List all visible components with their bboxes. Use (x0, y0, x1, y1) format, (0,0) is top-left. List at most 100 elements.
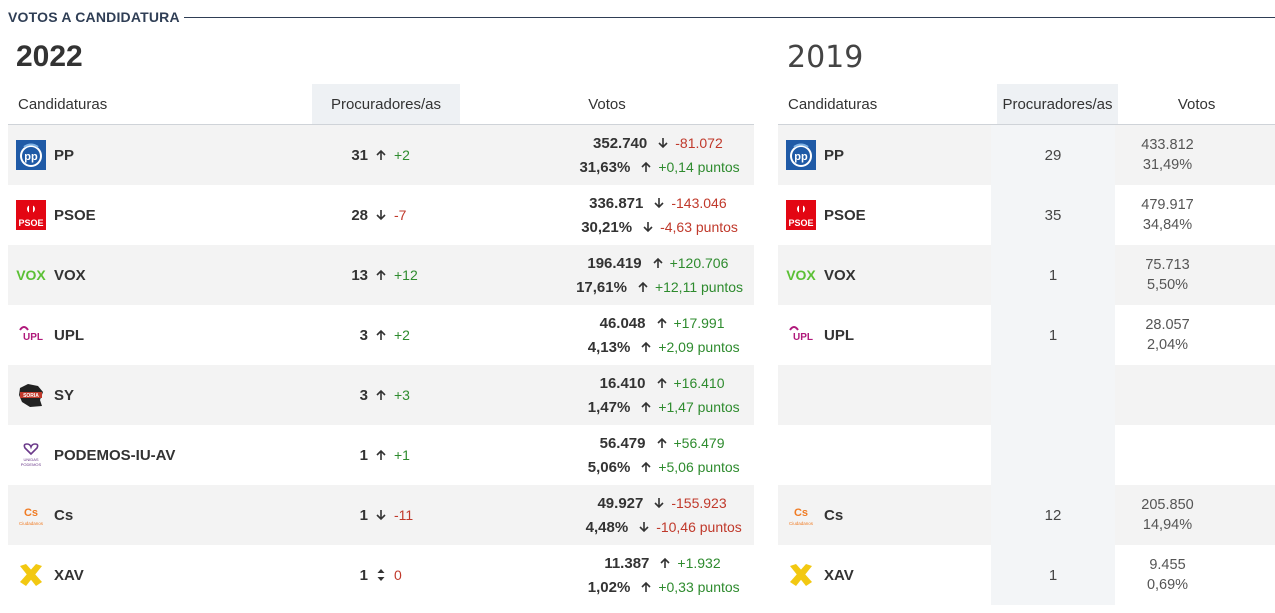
votes-value: 56.479 (599, 434, 646, 452)
percent-line: 17,61% +12,11 puntos (467, 275, 743, 299)
table-row: PSOE PSOE 35 479.917 34,84% (778, 185, 1275, 245)
percent-value: 0,69% (1146, 577, 1189, 593)
results-table-2022: Candidaturas Procuradores/as Votos pp PP 3… (8, 84, 754, 605)
percent-line: 31,63% +0,14 puntos (470, 155, 739, 179)
votes-line: 336.871 -143.046 (483, 191, 727, 215)
percent-delta: +2,09 puntos (658, 339, 740, 355)
vox-logo: VOX (16, 260, 46, 290)
votes-cell: 16.410 +16.410 1,47% +1,47 puntos (456, 365, 754, 425)
procuradores-delta: 0 (394, 567, 402, 583)
procuradores-cell: 3 +3 (306, 365, 456, 425)
table-row (778, 425, 1275, 485)
procuradores-cell (991, 425, 1115, 485)
percent-delta: +1,47 puntos (658, 399, 740, 415)
table-row: Cs Ciudadanos Cs 1 -11 49.927 -155.923 4,48% -10… (8, 485, 754, 545)
procuradores-delta: +3 (394, 387, 410, 403)
xav-logo (16, 560, 46, 590)
votes-delta: -155.923 (671, 495, 727, 511)
procuradores-cell: 1 (991, 545, 1115, 605)
percent-delta: +5,06 puntos (658, 459, 740, 475)
party-cell: XAV (778, 545, 991, 605)
table-row: SORIA SY 3 +3 16.410 +16.410 1,47% +1,47 puntos (8, 365, 754, 425)
year-2019-title: 2019 (787, 40, 864, 75)
percent-line: 4,48% -10,46 puntos (468, 515, 742, 539)
votes-cell: 352.740 -81.072 31,63% +0,14 puntos (456, 125, 754, 185)
votes-value: 433.812 (1141, 137, 1194, 153)
svg-text:UPL: UPL (23, 332, 43, 343)
percent-delta: -4,63 puntos (660, 219, 738, 235)
party-cell: VOX VOX (778, 245, 991, 305)
votes-cell: 46.048 +17.991 4,13% +2,09 puntos (456, 305, 754, 365)
percent-value: 2,04% (1146, 337, 1189, 353)
arrow-down-icon (653, 137, 673, 149)
votes-value: 205.850 (1141, 497, 1194, 513)
procuradores-cell: 31 +2 (306, 125, 456, 185)
arrow-down-icon (638, 221, 658, 233)
votes-line: 196.419 +120.706 (482, 251, 729, 275)
percent-value: 1,02% (587, 578, 631, 596)
votes-value: 46.048 (599, 314, 646, 332)
procuradores-cell: 1 -11 (306, 485, 456, 545)
votes-delta: +16.410 (673, 375, 725, 391)
arrow-up-icon (633, 281, 653, 293)
procuradores-cell: 1 +1 (306, 425, 456, 485)
svg-text:pp: pp (794, 151, 808, 163)
votes-value: 9.455 (1149, 557, 1186, 573)
svg-text:Ciudadanos: Ciudadanos (789, 521, 814, 526)
arrow-up-icon (636, 341, 656, 353)
votes-cell: 336.871 -143.046 30,21% -4,63 puntos (456, 185, 754, 245)
procuradores-value: 31 (351, 146, 368, 164)
votes-cell: 49.927 -155.923 4,48% -10,46 puntos (456, 485, 754, 545)
svg-text:PODEMOS: PODEMOS (21, 462, 42, 467)
party-cell: UNIDAS PODEMOS PODEMOS-IU-AV (8, 425, 306, 485)
votes-value: 28.057 (1145, 317, 1190, 333)
party-cell: PSOE PSOE (778, 185, 991, 245)
votes-line: 49.927 -155.923 (483, 491, 726, 515)
percent-line: 1,47% +1,47 puntos (470, 395, 740, 419)
arrow-up-icon (636, 401, 656, 413)
procuradores-cell: 1 (991, 305, 1115, 365)
procuradores-cell: 13 +12 (306, 245, 456, 305)
votes-cell: 28.057 2,04% (1115, 305, 1275, 365)
party-name: VOX (824, 266, 856, 284)
procuradores-cell: 1 (991, 245, 1115, 305)
votes-delta: +120.706 (669, 255, 729, 271)
procuradores-value: 12 (1044, 506, 1062, 524)
votes-cell: 433.812 31,49% (1115, 125, 1275, 185)
table-row (778, 365, 1275, 425)
table-row: pp PP 31 +2 352.740 -81.072 31,63% +0,14 puntos (8, 125, 754, 185)
table-row: pp PP 29 433.812 31,49% (778, 125, 1275, 185)
party-cell: PSOE PSOE (8, 185, 306, 245)
party-name: PP (824, 146, 845, 164)
percent-line: 5,06% +5,06 puntos (470, 455, 740, 479)
svg-text:VOX: VOX (786, 267, 816, 283)
percent-value: 34,84% (1142, 217, 1193, 233)
arrow-up-icon (648, 257, 668, 269)
table-row: XAV 1 0 11.387 +1.932 1,02% +0,33 puntos (8, 545, 754, 605)
votes-value: 75.713 (1145, 257, 1190, 273)
votes-value: 352.740 (593, 134, 648, 152)
psoe-logo: PSOE (786, 200, 816, 230)
svg-text:Ciudadanos: Ciudadanos (19, 521, 44, 526)
upl-logo: UPL (786, 320, 816, 350)
percent-value: 31,49% (1142, 157, 1193, 173)
procuradores-value: 28 (351, 206, 368, 224)
table-header: Candidaturas Procuradores/as Votos (8, 84, 754, 125)
section-header: VOTOS A CANDIDATURA (8, 8, 1275, 26)
svg-text:Cs: Cs (794, 507, 808, 519)
arrow-up-icon (652, 377, 672, 389)
votes-cell: 205.850 14,94% (1115, 485, 1275, 545)
arrow-down-icon (634, 521, 654, 533)
header-procuradores: Procuradores/as (312, 84, 460, 124)
svg-text:PSOE: PSOE (788, 218, 813, 228)
percent-delta: -10,46 puntos (656, 519, 742, 535)
percent-delta: +12,11 puntos (654, 279, 744, 295)
votes-cell: 56.479 +56.479 5,06% +5,06 puntos (456, 425, 754, 485)
arrow-up-icon (368, 149, 394, 161)
procuradores-value: 1 (359, 446, 368, 464)
votes-cell: 196.419 +120.706 17,61% +12,11 puntos (456, 245, 754, 305)
arrow-down-icon (649, 197, 669, 209)
percent-value: 4,13% (587, 338, 631, 356)
percent-value: 4,48% (585, 518, 629, 536)
arrow-up-icon (368, 329, 394, 341)
